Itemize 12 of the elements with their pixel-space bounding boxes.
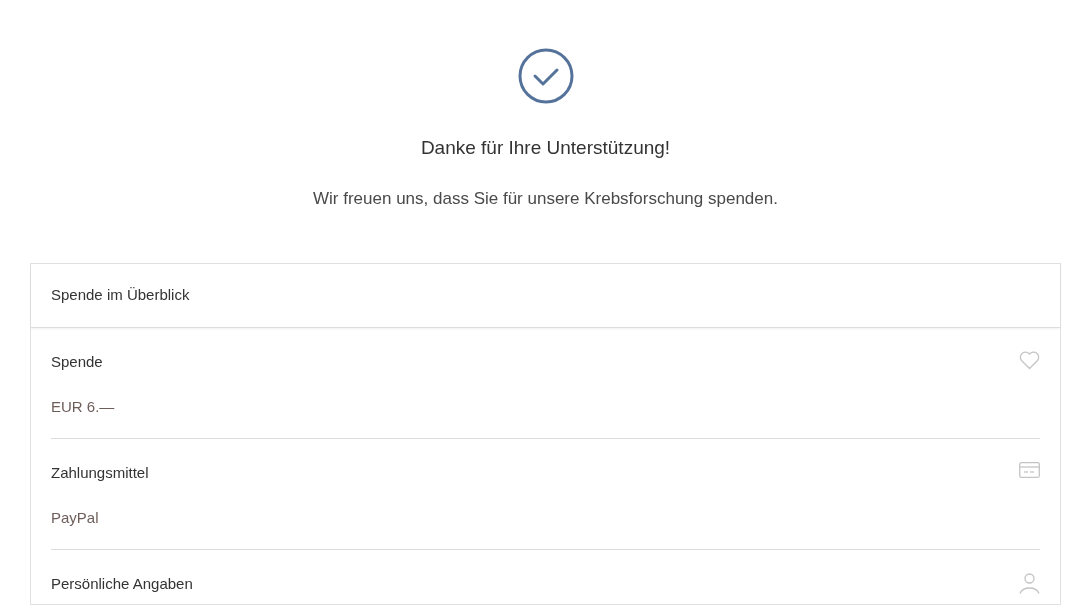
- section-label: Spende: [51, 352, 103, 372]
- check-circle-icon: [517, 48, 574, 104]
- person-icon: [1019, 573, 1040, 594]
- summary-heading: Spende im Überblick: [51, 285, 190, 306]
- thank-you-message: Wir freuen uns, dass Sie für unsere Krebsforschung spenden.: [313, 187, 778, 210]
- section-value: PayPal: [51, 507, 100, 528]
- thank-you-title: Danke für Ihre Unterstützung!: [420, 136, 671, 160]
- section-label: Zahlungsmittel: [51, 463, 149, 483]
- heart-icon: [1019, 351, 1040, 370]
- credit-card-icon: [1019, 462, 1040, 478]
- section-label: Persönliche Angaben: [51, 574, 193, 594]
- section-value: EUR 6.—: [51, 396, 116, 417]
